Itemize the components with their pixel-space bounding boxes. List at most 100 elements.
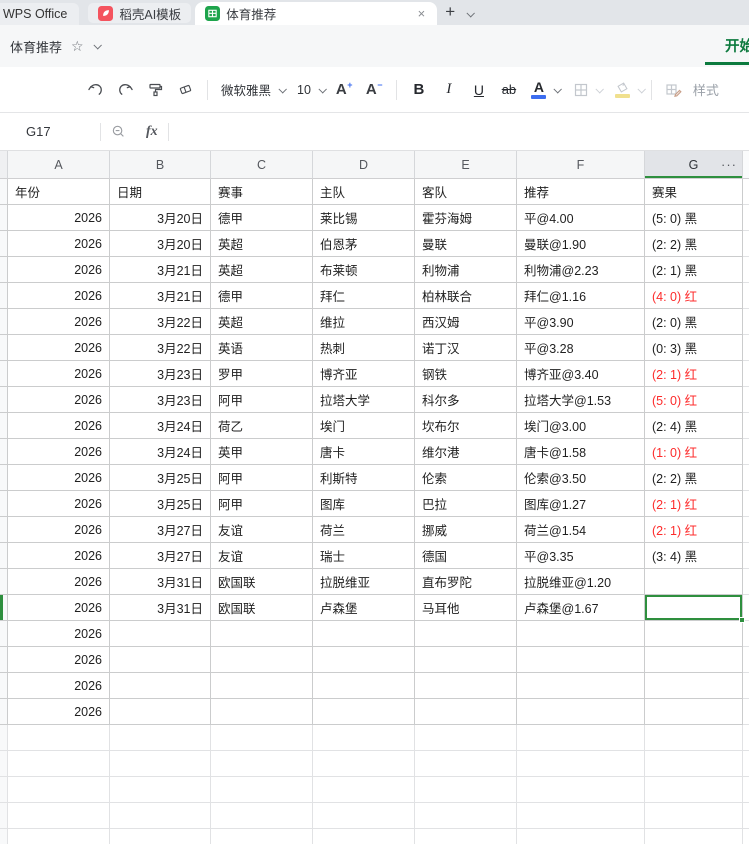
tab-docer-templates[interactable]: 稻壳AI模板	[88, 3, 192, 23]
cell[interactable]	[313, 673, 415, 699]
cell[interactable]	[211, 621, 313, 647]
cell[interactable]: 主队	[313, 179, 415, 205]
cell[interactable]: 3月27日	[110, 543, 211, 569]
column-header-E[interactable]: E	[415, 151, 517, 179]
cell[interactable]	[645, 621, 743, 647]
cell[interactable]: 日期	[110, 179, 211, 205]
cell[interactable]: 科尔多	[415, 387, 517, 413]
cell[interactable]: 3月23日	[110, 387, 211, 413]
cell[interactable]: 拉塔大学	[313, 387, 415, 413]
fill-color-chevron-icon[interactable]	[637, 84, 646, 94]
cell[interactable]: 3月23日	[110, 361, 211, 387]
cell[interactable]: 拜仁@1.16	[517, 283, 645, 309]
cell[interactable]: 图库@1.27	[517, 491, 645, 517]
cell[interactable]	[415, 777, 517, 803]
cell[interactable]: (1: 0) 红	[645, 439, 743, 465]
column-header-F[interactable]: F	[517, 151, 645, 179]
cell[interactable]: 3月22日	[110, 335, 211, 361]
cell[interactable]: 德甲	[211, 205, 313, 231]
cell[interactable]: 3月25日	[110, 465, 211, 491]
cell[interactable]: 西汉姆	[415, 309, 517, 335]
cell[interactable]: 2026	[8, 569, 110, 595]
cell[interactable]: (2: 0) 黑	[645, 309, 743, 335]
cell[interactable]	[313, 803, 415, 829]
cell[interactable]: 维拉	[313, 309, 415, 335]
cell[interactable]: 3月20日	[110, 231, 211, 257]
cell[interactable]	[110, 699, 211, 725]
cell[interactable]: 利物浦@2.23	[517, 257, 645, 283]
column-header-G[interactable]: G ···	[645, 151, 743, 179]
cell[interactable]: 博齐亚@3.40	[517, 361, 645, 387]
cell[interactable]	[517, 647, 645, 673]
cell[interactable]: 3月27日	[110, 517, 211, 543]
cell[interactable]	[645, 829, 743, 844]
cell[interactable]: 唐卡@1.58	[517, 439, 645, 465]
cell[interactable]: (2: 2) 黑	[645, 231, 743, 257]
cell[interactable]: 霍芬海姆	[415, 205, 517, 231]
cell[interactable]: 莱比锡	[313, 205, 415, 231]
cell[interactable]	[110, 673, 211, 699]
cell[interactable]	[415, 803, 517, 829]
cell[interactable]	[645, 673, 743, 699]
cell[interactable]: 德国	[415, 543, 517, 569]
borders-icon[interactable]	[568, 76, 594, 104]
cell[interactable]	[110, 621, 211, 647]
cell[interactable]: 平@3.90	[517, 309, 645, 335]
cell[interactable]: 3月25日	[110, 491, 211, 517]
cell[interactable]: 2026	[8, 309, 110, 335]
insert-function-icon[interactable]: fx	[146, 124, 158, 140]
cell[interactable]: 英语	[211, 335, 313, 361]
cell[interactable]: 挪威	[415, 517, 517, 543]
cell[interactable]: (2: 1) 黑	[645, 257, 743, 283]
cell[interactable]: 坎布尔	[415, 413, 517, 439]
cell[interactable]: 卢森堡@1.67	[517, 595, 645, 621]
cell[interactable]	[110, 777, 211, 803]
cell[interactable]: (2: 2) 黑	[645, 465, 743, 491]
cell[interactable]: 埃门	[313, 413, 415, 439]
cell[interactable]	[517, 621, 645, 647]
cell[interactable]: 欧国联	[211, 569, 313, 595]
cell[interactable]: (2: 1) 红	[645, 491, 743, 517]
cell[interactable]: 3月22日	[110, 309, 211, 335]
undo-button[interactable]	[82, 76, 108, 104]
cell[interactable]: 阿甲	[211, 387, 313, 413]
cell[interactable]	[645, 751, 743, 777]
cell[interactable]: 热刺	[313, 335, 415, 361]
cell[interactable]: 布莱顿	[313, 257, 415, 283]
cell[interactable]: 诺丁汉	[415, 335, 517, 361]
cell[interactable]: 欧国联	[211, 595, 313, 621]
cell[interactable]: 德甲	[211, 283, 313, 309]
cell[interactable]: 维尔港	[415, 439, 517, 465]
cell[interactable]: 3月21日	[110, 257, 211, 283]
cell[interactable]: 巴拉	[415, 491, 517, 517]
cell[interactable]	[313, 751, 415, 777]
wps-home-button[interactable]: WPS Office	[0, 3, 80, 25]
cell[interactable]: 利斯特	[313, 465, 415, 491]
font-name-select[interactable]: 微软雅黑	[221, 80, 287, 99]
cell[interactable]	[8, 725, 110, 751]
cell[interactable]: 2026	[8, 621, 110, 647]
cell[interactable]	[211, 725, 313, 751]
cell[interactable]: 2026	[8, 517, 110, 543]
cell[interactable]	[517, 673, 645, 699]
cell[interactable]	[313, 621, 415, 647]
cell[interactable]	[8, 803, 110, 829]
cell[interactable]	[110, 829, 211, 844]
cell[interactable]: 荷乙	[211, 413, 313, 439]
cell[interactable]	[211, 751, 313, 777]
cell[interactable]: 赛果	[645, 179, 743, 205]
cell[interactable]: (2: 1) 红	[645, 517, 743, 543]
bold-button[interactable]: B	[406, 76, 432, 104]
cell[interactable]	[415, 725, 517, 751]
column-header-A[interactable]: A	[8, 151, 110, 179]
cell[interactable]: 2026	[8, 673, 110, 699]
cell[interactable]	[211, 829, 313, 844]
cell[interactable]: 拜仁	[313, 283, 415, 309]
cell[interactable]	[415, 699, 517, 725]
cell[interactable]: 3月31日	[110, 595, 211, 621]
cell[interactable]: 2026	[8, 387, 110, 413]
cell[interactable]: 拉塔大学@1.53	[517, 387, 645, 413]
cell[interactable]: 客队	[415, 179, 517, 205]
cell[interactable]: (5: 0) 红	[645, 387, 743, 413]
cell[interactable]: 曼联	[415, 231, 517, 257]
